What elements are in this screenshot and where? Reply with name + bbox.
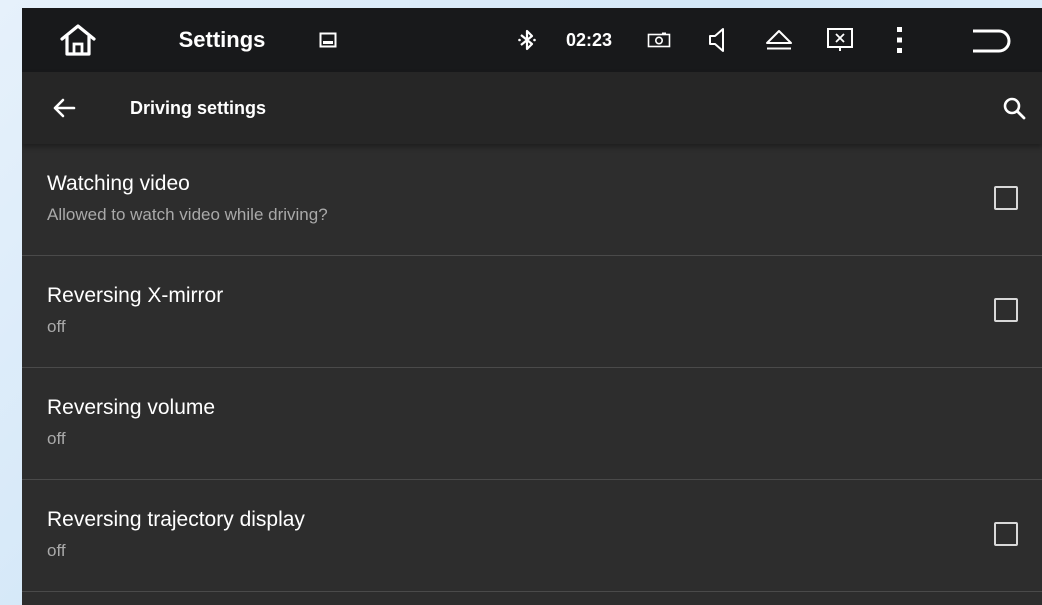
page-title: Driving settings: [130, 97, 267, 118]
reversing-x-mirror-checkbox[interactable]: [994, 298, 1018, 322]
setting-reversing-x-mirror[interactable]: Reversing X-mirror off: [22, 256, 1042, 368]
setting-reversing-volume[interactable]: Reversing volume off: [22, 368, 1042, 480]
setting-watching-video[interactable]: Watching video Allowed to watch video wh…: [22, 144, 1042, 256]
close-window-icon[interactable]: [822, 8, 858, 72]
setting-reversing-trajectory-display[interactable]: Reversing trajectory display off: [22, 480, 1042, 592]
setting-title: Reversing X-mirror: [47, 284, 224, 307]
watching-video-checkbox[interactable]: [994, 186, 1018, 210]
settings-list: Watching video Allowed to watch video wh…: [22, 144, 1042, 592]
setting-subtitle: Allowed to watch video while driving?: [47, 205, 328, 224]
eject-icon[interactable]: [759, 8, 799, 72]
setting-title: Reversing volume: [47, 396, 216, 419]
app-toolbar: Driving settings: [22, 72, 1042, 144]
bluetooth-icon: [512, 8, 542, 72]
setting-subtitle: off: [47, 429, 66, 448]
volume-icon[interactable]: [702, 8, 732, 72]
reversing-trajectory-display-checkbox[interactable]: [994, 522, 1018, 546]
clock: 02:23: [565, 29, 613, 50]
screenshot-icon[interactable]: [644, 8, 674, 72]
setting-title: Reversing trajectory display: [47, 508, 305, 531]
search-icon[interactable]: [994, 72, 1034, 144]
back-return-icon[interactable]: [962, 8, 1022, 72]
status-bar: Settings 02:23: [22, 8, 1042, 72]
status-title: Settings: [178, 27, 266, 52]
setting-subtitle: off: [47, 541, 66, 560]
android-screen: Settings 02:23 Driving settings Watching…: [22, 8, 1042, 605]
setting-title: Watching video: [47, 172, 190, 195]
home-icon[interactable]: [50, 8, 106, 72]
gallery-icon[interactable]: [316, 8, 340, 72]
setting-subtitle: off: [47, 317, 66, 336]
more-vert-icon[interactable]: [888, 8, 912, 72]
arrow-back-icon[interactable]: [44, 72, 84, 144]
